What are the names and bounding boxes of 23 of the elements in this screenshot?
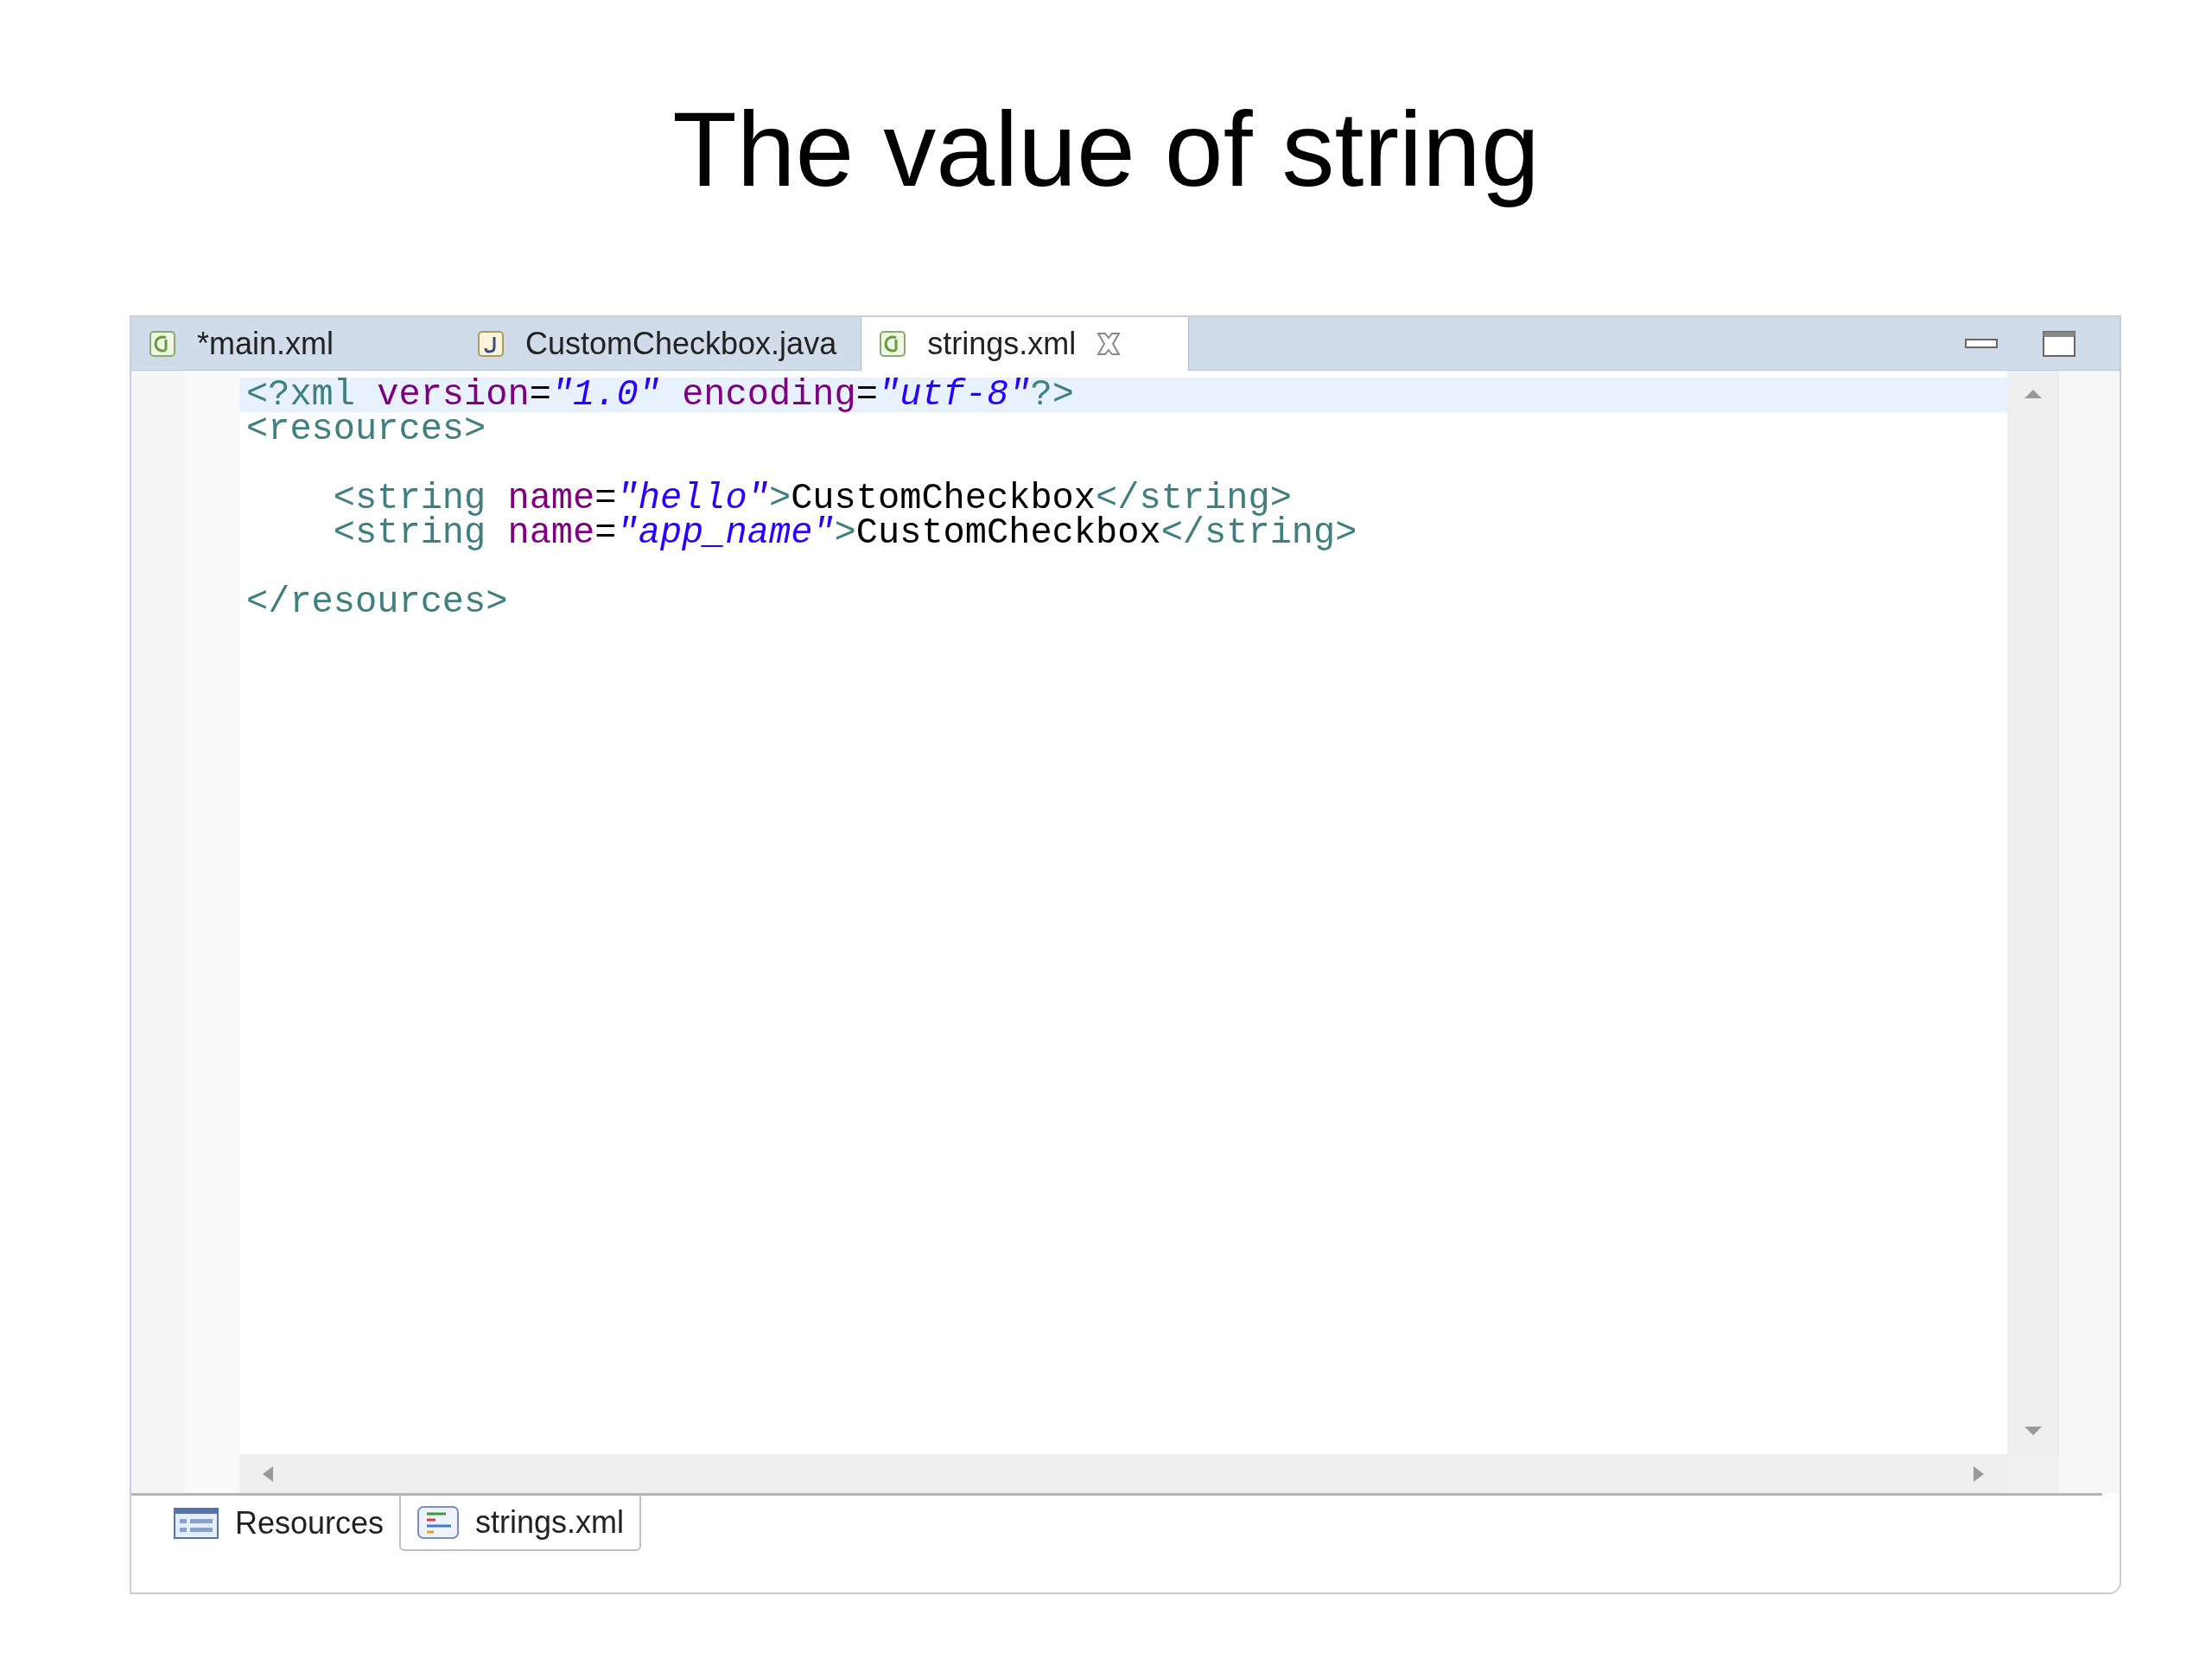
scroll-up-icon bbox=[2023, 388, 2044, 400]
horizontal-scrollbar[interactable] bbox=[239, 1454, 2007, 1493]
code-line: <string name="app_name">CustomCheckbox</string> bbox=[332, 516, 1358, 550]
scroll-right-icon bbox=[1972, 1464, 1986, 1484]
code-line: <string name="hello">CustomCheckbox</string> bbox=[332, 481, 1292, 516]
form-icon bbox=[173, 1507, 219, 1540]
vertical-scrollbar[interactable] bbox=[2007, 371, 2059, 1454]
java-file-icon bbox=[477, 328, 506, 359]
maximize-button[interactable] bbox=[2042, 328, 2076, 359]
editor-page-tab[interactable]: Resources bbox=[157, 1496, 400, 1551]
xml-file-icon bbox=[149, 328, 178, 359]
editor-tab[interactable]: CustomCheckbox.java bbox=[460, 317, 861, 370]
code-line: <resources> bbox=[245, 412, 487, 447]
editor-tab[interactable]: strings.xml bbox=[861, 317, 1190, 371]
source-icon bbox=[416, 1505, 461, 1540]
slide-title: The value of string bbox=[671, 90, 1541, 210]
editor-tab[interactable]: *main.xml bbox=[131, 317, 460, 370]
code-line: </resources> bbox=[245, 585, 509, 620]
editor-page-tab[interactable]: strings.xml bbox=[399, 1496, 642, 1551]
code-editor[interactable]: <?xml version="1.0" encoding="utf-8"?> <resources> <string name="hello">CustomCheckbox</string> <string name="app_name">CustomCheckbox</string> </resources> bbox=[239, 371, 2007, 1454]
scroll-left-icon bbox=[261, 1464, 275, 1484]
scroll-down-icon bbox=[2023, 1425, 2044, 1437]
maximize-icon bbox=[2042, 328, 2076, 359]
